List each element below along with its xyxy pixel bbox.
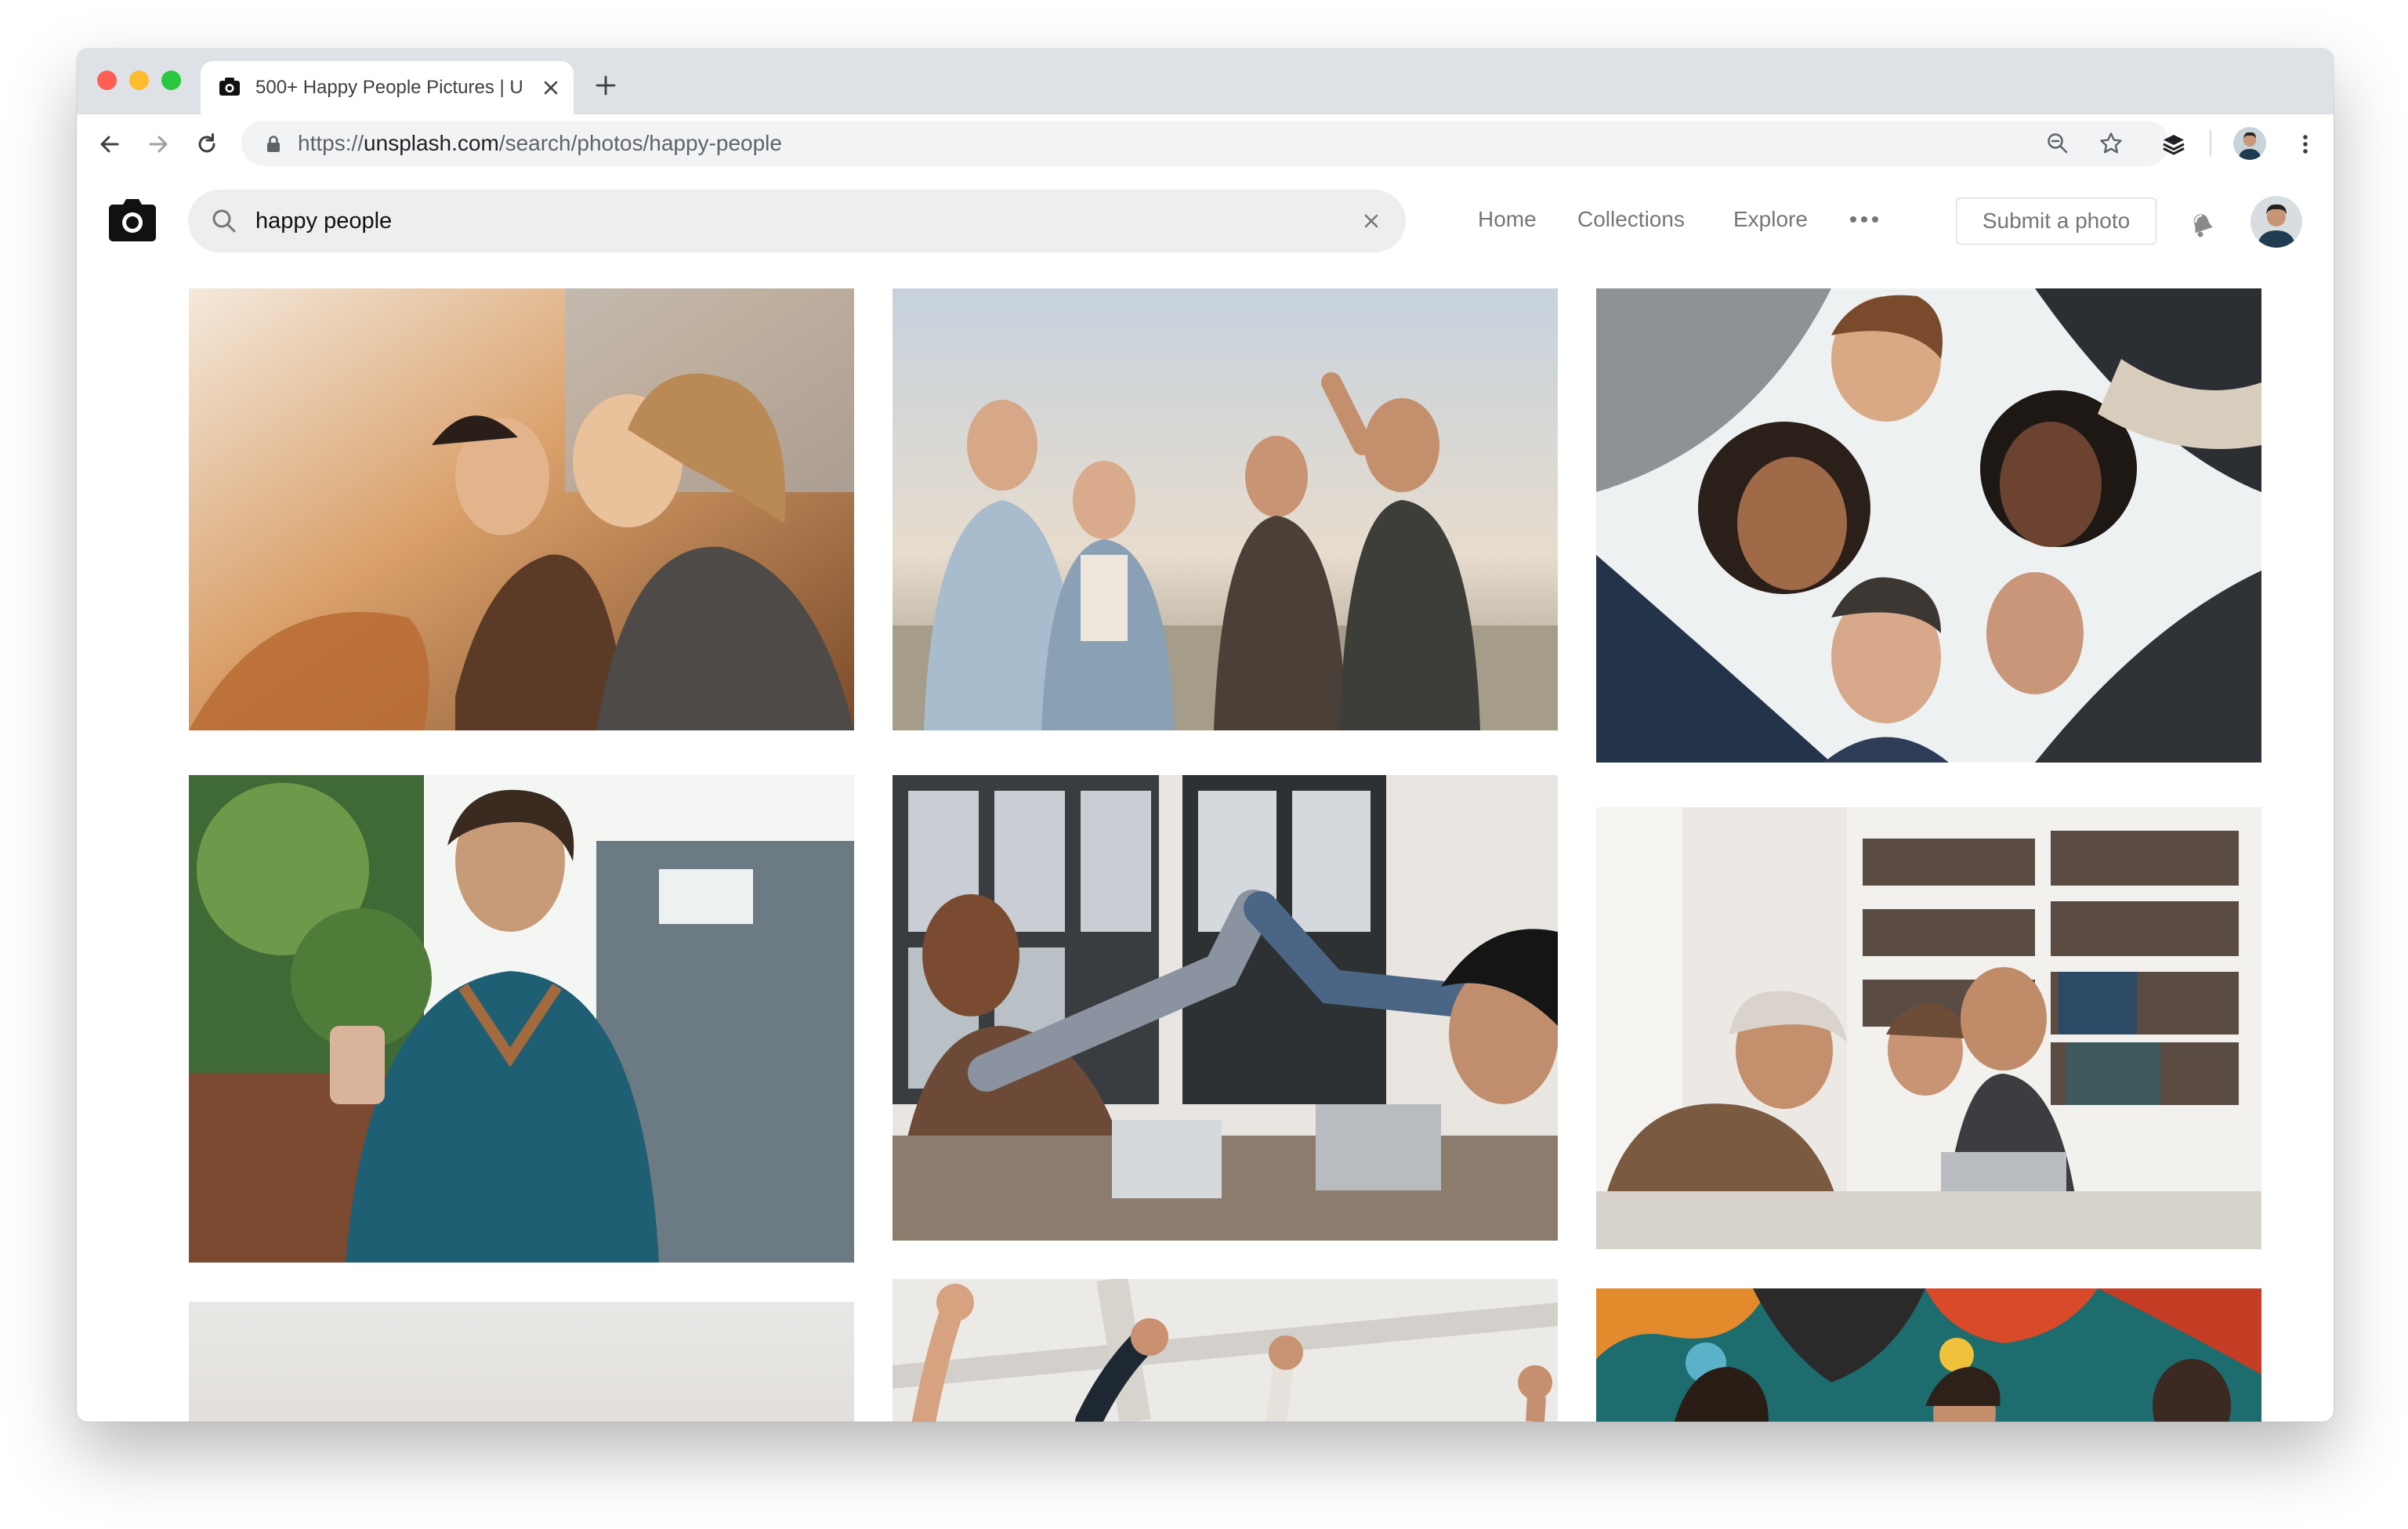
back-arrow-icon[interactable] <box>97 132 122 157</box>
photo-coworkers-high-five[interactable] <box>893 775 1558 1241</box>
photo-woman-with-phone[interactable] <box>189 775 854 1263</box>
site-header: Home Collections Explore Submit a photo <box>77 172 2334 271</box>
browser-toolbar: https://unsplash.com/search/photos/happy… <box>77 114 2334 173</box>
photo-friends-laughing[interactable] <box>189 288 854 730</box>
browser-menu-icon[interactable] <box>2293 132 2318 157</box>
search-input[interactable] <box>255 190 1321 252</box>
url-host: unsplash.com <box>364 131 499 155</box>
lock-icon <box>265 135 282 154</box>
photo-light-gray[interactable] <box>189 1302 854 1422</box>
search-bar[interactable] <box>188 190 1406 252</box>
submit-photo-button[interactable]: Submit a photo <box>1956 197 2156 245</box>
close-icon[interactable] <box>1360 210 1382 232</box>
layers-extension-icon[interactable] <box>2161 132 2186 157</box>
camera-icon <box>218 75 241 99</box>
browser-tab[interactable]: 500+ Happy People Pictures | Unsplash <box>201 61 574 114</box>
zoom-icon[interactable] <box>2045 131 2070 156</box>
photo-team-laughing-at-laptop[interactable] <box>1596 807 2261 1249</box>
toolbar-divider <box>2210 130 2211 157</box>
browser-window: 500+ Happy People Pictures | Unsplash ht… <box>77 49 2334 1422</box>
search-icon[interactable] <box>210 207 238 235</box>
bell-icon[interactable] <box>2185 205 2219 240</box>
bookmark-star-icon[interactable] <box>2098 131 2124 156</box>
new-tab-button[interactable] <box>594 74 617 97</box>
url-path: /search/photos/happy-people <box>498 131 782 155</box>
address-url: https://unsplash.com/search/photos/happy… <box>298 121 782 166</box>
nav-home-link[interactable]: Home <box>1478 202 1537 237</box>
user-avatar[interactable] <box>2250 196 2302 248</box>
photo-group-dancing[interactable] <box>893 288 1558 730</box>
photo-raised-fists[interactable] <box>893 1279 1558 1422</box>
tab-title: 500+ Happy People Pictures | Unsplash <box>255 77 522 98</box>
address-bar[interactable]: https://unsplash.com/search/photos/happy… <box>241 121 2169 166</box>
close-window-button[interactable] <box>97 71 117 90</box>
url-scheme: https:// <box>298 131 364 155</box>
unsplash-logo-camera-icon[interactable] <box>107 194 158 246</box>
photo-mural-friends[interactable] <box>1596 1288 2261 1422</box>
close-icon[interactable] <box>539 76 563 100</box>
reload-icon[interactable] <box>194 132 219 157</box>
more-horizontal-icon[interactable] <box>1846 204 1882 235</box>
forward-arrow-icon[interactable] <box>146 132 171 157</box>
zoom-window-button[interactable] <box>161 71 181 90</box>
photo-circle-of-faces[interactable] <box>1596 288 2261 763</box>
minimize-window-button[interactable] <box>129 71 149 90</box>
nav-explore-link[interactable]: Explore <box>1733 202 1808 237</box>
nav-collections-link[interactable]: Collections <box>1577 202 1685 237</box>
profile-avatar-icon[interactable] <box>2233 127 2266 160</box>
tab-strip: 500+ Happy People Pictures | Unsplash <box>77 49 2334 114</box>
